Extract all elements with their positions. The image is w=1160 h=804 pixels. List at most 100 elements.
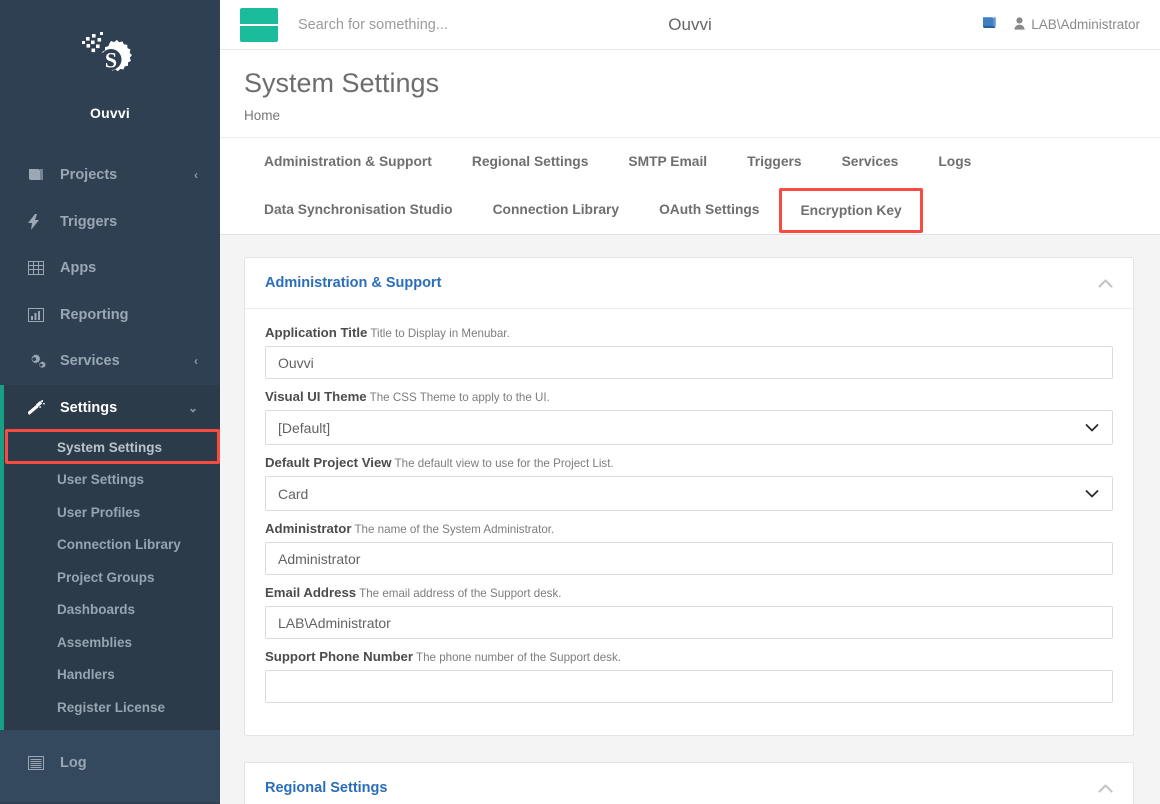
visual-ui-theme-select[interactable]: [Default] <box>265 410 1113 445</box>
sidebar-subitem-label: Connection Library <box>57 537 181 553</box>
field-label: Support Phone Number The phone number of … <box>265 649 1113 664</box>
tab-oauth-settings[interactable]: OAuth Settings <box>639 188 779 232</box>
sidebar-item-label: Settings <box>60 399 118 416</box>
field-default-project-view: Default Project View The default view to … <box>265 455 1113 511</box>
panel-header[interactable]: Administration & Support <box>245 258 1133 309</box>
sidebar-item-assemblies[interactable]: Assemblies <box>0 626 220 659</box>
tab-data-synchronisation-studio[interactable]: Data Synchronisation Studio <box>244 188 473 232</box>
field-label-text: Default Project View <box>265 455 392 470</box>
search-input[interactable] <box>298 16 558 33</box>
sidebar-subitem-label: User Settings <box>57 472 145 488</box>
topbar-right: LAB\Administrator <box>981 15 1140 35</box>
field-label: Default Project View The default view to … <box>265 455 1113 470</box>
hamburger-bar <box>252 23 266 26</box>
field-label-text: Email Address <box>265 585 357 600</box>
sidebar-subitem-label: System Settings <box>57 439 163 455</box>
default-project-view-select[interactable]: Card <box>265 476 1113 511</box>
sidebar-item-triggers[interactable]: Triggers <box>0 199 220 246</box>
panel-title: Regional Settings <box>265 780 388 796</box>
field-label: Email Address The email address of the Su… <box>265 585 1113 600</box>
user-icon <box>1014 16 1025 33</box>
tab-row-2: Data Synchronisation Studio Connection L… <box>244 186 1136 234</box>
panel-title: Administration & Support <box>265 275 442 291</box>
field-label: Application Title Title to Display in Men… <box>265 325 1113 340</box>
hamburger-icon[interactable] <box>240 7 279 42</box>
field-administrator: Administrator The name of the System Admi… <box>265 521 1113 575</box>
application-title-input[interactable] <box>265 346 1113 379</box>
sidebar-item-handlers[interactable]: Handlers <box>0 659 220 692</box>
sidebar-submenu-settings: System Settings User Settings User Profi… <box>0 431 220 730</box>
tab-administration-support[interactable]: Administration & Support <box>244 140 452 184</box>
panel-body: Application Title Title to Display in Men… <box>245 309 1133 735</box>
book-icon[interactable] <box>981 15 998 35</box>
app-root: S Ouvvi Projects ‹ Triggers Apps Reporti… <box>0 0 1160 804</box>
hamburger-bar <box>265 23 279 26</box>
sidebar-item-label: Log <box>60 754 87 771</box>
chevron-down-icon: ⌄ <box>187 400 198 415</box>
tab-smtp-email[interactable]: SMTP Email <box>608 140 727 184</box>
sidebar-item-label: Projects <box>60 167 118 184</box>
grid-icon <box>28 260 48 276</box>
sidebar-item-connection-library[interactable]: Connection Library <box>0 529 220 562</box>
sidebar-item-label: Reporting <box>60 306 129 323</box>
field-application-title: Application Title Title to Display in Men… <box>265 325 1113 379</box>
settings-tabs: Administration & Support Regional Settin… <box>220 137 1160 235</box>
user-name: LAB\Administrator <box>1031 17 1140 32</box>
field-email-address: Email Address The email address of the Su… <box>265 585 1113 639</box>
sidebar-item-settings[interactable]: Settings ⌄ <box>0 384 220 431</box>
field-help-text: The default view to use for the Project … <box>394 457 614 470</box>
book-icon <box>28 167 48 183</box>
select-wrapper: Card <box>265 476 1113 511</box>
sidebar-item-user-profiles[interactable]: User Profiles <box>0 496 220 529</box>
sidebar-item-label: Apps <box>60 260 97 277</box>
sidebar-item-dashboards[interactable]: Dashboards <box>0 594 220 627</box>
sidebar-item-label: Triggers <box>60 213 118 230</box>
bar-chart-icon <box>28 307 48 323</box>
tab-regional-settings[interactable]: Regional Settings <box>452 140 609 184</box>
gears-icon <box>28 353 48 369</box>
tab-logs[interactable]: Logs <box>918 140 991 184</box>
email-address-input[interactable] <box>265 606 1113 639</box>
chevron-up-icon[interactable] <box>1098 781 1113 796</box>
tab-services[interactable]: Services <box>822 140 919 184</box>
tab-connection-library[interactable]: Connection Library <box>473 188 639 232</box>
sidebar-nav: Projects ‹ Triggers Apps Reporting Servi… <box>0 146 220 802</box>
brand-name: Ouvvi <box>90 105 130 121</box>
support-phone-number-input[interactable] <box>265 670 1113 703</box>
field-support-phone-number: Support Phone Number The phone number of … <box>265 649 1113 703</box>
field-label-text: Administrator <box>265 521 352 536</box>
sidebar-footer: Log <box>0 729 220 802</box>
sidebar-item-reporting[interactable]: Reporting <box>0 292 220 339</box>
user-menu[interactable]: LAB\Administrator <box>1014 16 1140 33</box>
breadcrumb[interactable]: Home <box>244 108 1160 123</box>
tab-encryption-key[interactable]: Encryption Key <box>779 187 923 233</box>
tab-triggers[interactable]: Triggers <box>727 140 821 184</box>
sidebar-item-projects[interactable]: Projects ‹ <box>0 152 220 199</box>
topbar: Ouvvi LAB\Administrator <box>220 0 1160 50</box>
sidebar-item-project-groups[interactable]: Project Groups <box>0 561 220 594</box>
sidebar-item-log[interactable]: Log <box>0 740 220 786</box>
field-label: Administrator The name of the System Admi… <box>265 521 1113 536</box>
field-help-text: The name of the System Administrator. <box>354 523 555 536</box>
sidebar-item-apps[interactable]: Apps <box>0 245 220 292</box>
panel-header[interactable]: Regional Settings <box>245 763 1133 804</box>
select-wrapper: [Default] <box>265 410 1113 445</box>
chevron-left-icon: ‹ <box>194 354 198 369</box>
sidebar-item-register-license[interactable]: Register License <box>0 691 220 724</box>
tab-row-1: Administration & Support Regional Settin… <box>244 138 1136 186</box>
bolt-icon <box>28 213 48 230</box>
gear-s-logo-icon: S <box>82 32 132 73</box>
list-icon <box>28 755 48 771</box>
field-label: Visual UI Theme The CSS Theme to apply to… <box>265 389 1113 404</box>
field-help-text: The phone number of the Support desk. <box>416 651 621 664</box>
sidebar-subitem-label: Project Groups <box>57 569 155 585</box>
administrator-input[interactable] <box>265 542 1113 575</box>
svg-text:S: S <box>105 48 117 73</box>
chevron-up-icon[interactable] <box>1098 276 1113 291</box>
sidebar-item-system-settings[interactable]: System Settings <box>0 431 220 464</box>
brand[interactable]: S Ouvvi <box>0 0 220 146</box>
sidebar-subitem-label: Register License <box>57 699 166 715</box>
sidebar-item-user-settings[interactable]: User Settings <box>0 464 220 497</box>
breadcrumb-item-home[interactable]: Home <box>244 108 280 123</box>
sidebar-item-services[interactable]: Services ‹ <box>0 338 220 385</box>
